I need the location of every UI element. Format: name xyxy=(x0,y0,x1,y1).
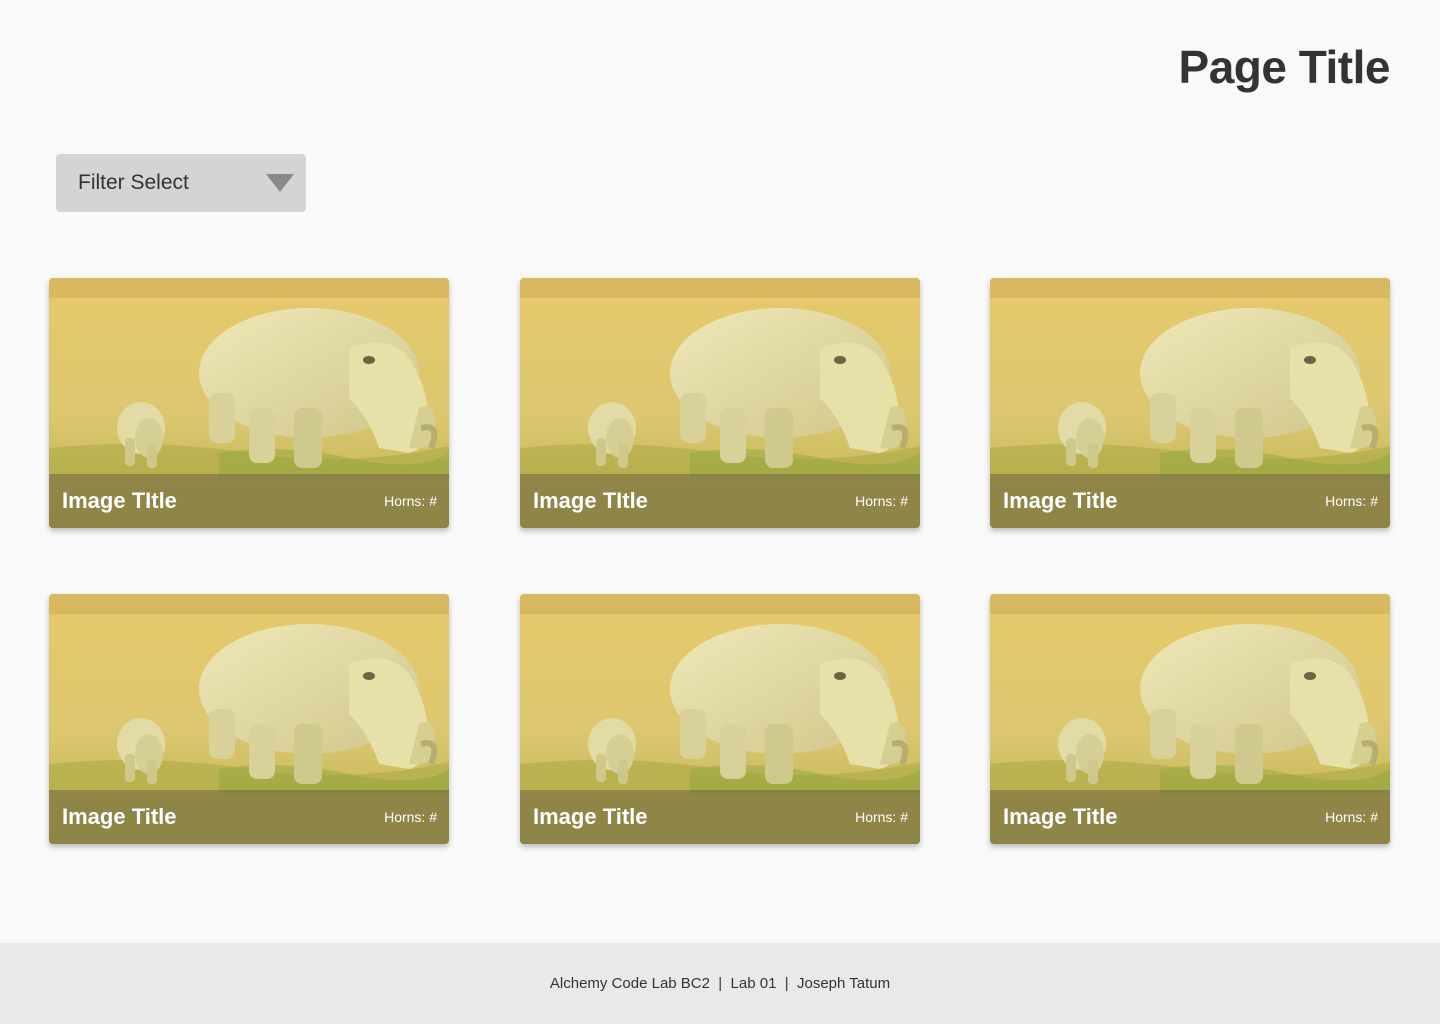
page-title: Page Title xyxy=(1178,41,1391,93)
card-caption: Image Title Horns: # xyxy=(990,474,1390,528)
card-caption: Image Title Horns: # xyxy=(520,790,920,844)
footer: Alchemy Code Lab BC2 | Lab 01 | Joseph T… xyxy=(0,943,1440,1024)
card-horns: Horns: # xyxy=(1325,809,1378,825)
card-title: Image Title xyxy=(62,804,177,829)
card[interactable]: Image Title Horns: # xyxy=(990,278,1390,528)
card-horns: Horns: # xyxy=(384,809,437,825)
card-horns: Horns: # xyxy=(1325,493,1378,509)
footer-text: Alchemy Code Lab BC2 | Lab 01 | Joseph T… xyxy=(549,975,891,992)
card-caption: Image TItle Horns: # xyxy=(49,474,449,528)
card[interactable]: Image TItle Horns: # xyxy=(520,278,920,528)
card-title: Image Title xyxy=(1003,488,1118,513)
card-horns: Horns: # xyxy=(855,493,908,509)
card-horns: Horns: # xyxy=(384,493,437,509)
triangle-down-icon[interactable] xyxy=(266,174,294,192)
card[interactable]: Image Title Horns: # xyxy=(49,594,449,844)
card-title: Image Title xyxy=(533,804,648,829)
filter-select-label: Filter Select xyxy=(78,171,189,194)
card[interactable]: Image TItle Horns: # xyxy=(49,278,449,528)
card-horns: Horns: # xyxy=(855,809,908,825)
card[interactable]: Image Title Horns: # xyxy=(990,594,1390,844)
card-caption: Image TItle Horns: # xyxy=(520,474,920,528)
card-title: Image TItle xyxy=(533,488,648,513)
card-caption: Image Title Horns: # xyxy=(990,790,1390,844)
card-title: Image Title xyxy=(1003,804,1118,829)
filter-select[interactable]: Filter Select xyxy=(56,154,306,212)
card[interactable]: Image Title Horns: # xyxy=(520,594,920,844)
card-caption: Image Title Horns: # xyxy=(49,790,449,844)
card-title: Image TItle xyxy=(62,488,177,513)
